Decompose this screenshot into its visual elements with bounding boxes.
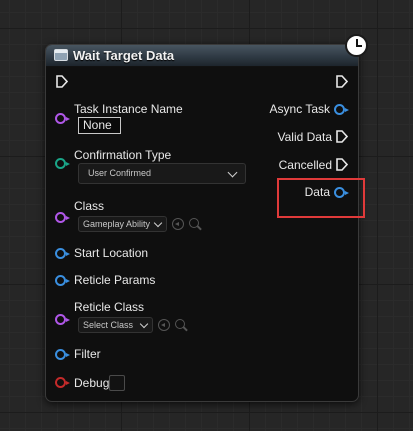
reticle-class-label: Reticle Class bbox=[74, 300, 145, 314]
reticle-class-value: Select Class bbox=[83, 320, 134, 330]
filter-pin[interactable] bbox=[55, 349, 70, 360]
cancelled-exec-pin[interactable] bbox=[336, 158, 348, 171]
class-value: Gameplay Ability bbox=[83, 219, 151, 229]
chevron-down-icon bbox=[153, 218, 163, 228]
chevron-down-icon bbox=[139, 319, 149, 329]
task-instance-name-label: Task Instance Name bbox=[74, 102, 183, 116]
clock-icon bbox=[345, 34, 368, 57]
valid-data-exec-pin[interactable] bbox=[336, 130, 348, 143]
chevron-down-icon bbox=[227, 167, 238, 178]
debug-checkbox[interactable] bbox=[109, 375, 125, 391]
cancelled-label: Cancelled bbox=[278, 158, 332, 172]
reticle-class-dropdown[interactable]: Select Class bbox=[78, 317, 153, 333]
confirmation-type-label: Confirmation Type bbox=[74, 148, 172, 162]
confirmation-type-dropdown[interactable]: User Confirmed bbox=[78, 163, 246, 184]
browse-search-icon[interactable] bbox=[189, 218, 199, 228]
class-label: Class bbox=[74, 199, 105, 213]
start-location-pin[interactable] bbox=[55, 248, 70, 259]
use-selected-asset-icon[interactable] bbox=[158, 319, 170, 331]
class-dropdown[interactable]: Gameplay Ability bbox=[78, 216, 167, 232]
exec-input-pin[interactable] bbox=[56, 75, 68, 88]
reticle-params-label: Reticle Params bbox=[74, 273, 156, 287]
class-pin[interactable] bbox=[55, 212, 70, 223]
confirmation-type-value: User Confirmed bbox=[88, 168, 152, 178]
data-pin[interactable] bbox=[334, 187, 349, 198]
debug-label: Debug bbox=[74, 376, 110, 390]
function-node-icon bbox=[54, 49, 68, 61]
start-location-label: Start Location bbox=[74, 246, 149, 260]
task-instance-name-input[interactable]: None bbox=[78, 117, 121, 134]
reticle-params-pin[interactable] bbox=[55, 275, 70, 286]
filter-label: Filter bbox=[74, 347, 101, 361]
reticle-class-pin[interactable] bbox=[55, 314, 70, 325]
task-instance-name-pin[interactable] bbox=[55, 113, 70, 124]
node-header[interactable]: Wait Target Data bbox=[46, 45, 358, 67]
node-title: Wait Target Data bbox=[73, 48, 175, 63]
data-label: Data bbox=[304, 185, 330, 199]
async-task-label: Async Task bbox=[269, 102, 330, 116]
debug-pin[interactable] bbox=[55, 377, 70, 388]
exec-output-pin[interactable] bbox=[336, 75, 348, 88]
confirmation-type-pin[interactable] bbox=[55, 158, 70, 169]
valid-data-label: Valid Data bbox=[277, 130, 332, 144]
browse-search-icon[interactable] bbox=[175, 319, 185, 329]
async-task-pin[interactable] bbox=[334, 104, 349, 115]
use-selected-asset-icon[interactable] bbox=[172, 218, 184, 230]
